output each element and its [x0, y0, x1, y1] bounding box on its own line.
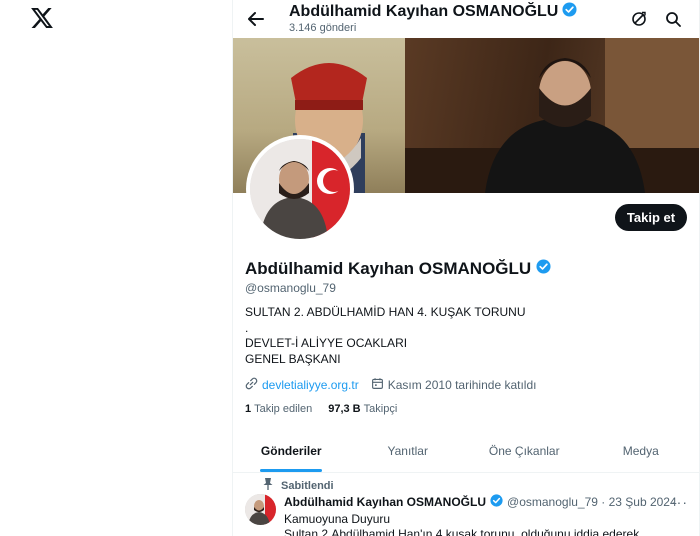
followers-label: Takipçi [363, 403, 398, 415]
refresh-icon[interactable] [627, 7, 651, 31]
profile-column: Abdülhamid Kayıhan OSMANOĞLU 3.146 gönde… [232, 0, 700, 536]
tab-posts[interactable]: Gönderiler [233, 430, 350, 472]
tab-replies[interactable]: Yanıtlar [350, 430, 467, 472]
verified-badge-icon [562, 2, 577, 22]
bio-line: . [245, 320, 249, 335]
pinned-indicator: Sabitlendi [263, 478, 334, 493]
left-nav-rail [0, 0, 232, 536]
more-options-icon[interactable]: ··· [671, 494, 688, 510]
following-count: 1 [245, 403, 252, 415]
follow-counts: 1 Takip edilen 97,3 B Takipçi [245, 403, 397, 415]
profile-tabs: Gönderiler Yanıtlar Öne Çıkanlar Medya [233, 430, 699, 473]
bio-line: SULTAN 2. ABDÜLHAMİD HAN 4. KUŞAK TORUNU [245, 305, 526, 319]
header-profile-name: Abdülhamid Kayıhan OSMANOĞLU [289, 2, 577, 22]
website-link[interactable]: devletialiyye.org.tr [262, 378, 359, 392]
tweet-author[interactable]: Abdülhamid Kayıhan OSMANOĞLU [284, 495, 486, 509]
tab-media-label: Medya [622, 444, 659, 458]
tweet-avatar[interactable] [245, 494, 276, 525]
following-label: Takip edilen [254, 403, 313, 415]
website-item: devletialiyye.org.tr [245, 377, 359, 393]
followers-count: 97,3 B [328, 403, 361, 415]
tab-posts-label: Gönderiler [260, 444, 322, 458]
tweet-header: Abdülhamid Kayıhan OSMANOĞLU @osmanoglu_… [284, 494, 677, 510]
active-tab-indicator [260, 469, 323, 472]
follow-button[interactable]: Takip et [615, 204, 687, 231]
pinned-label: Sabitlendi [281, 479, 334, 492]
post-count: 3.146 gönderi [289, 22, 357, 34]
tab-media[interactable]: Medya [583, 430, 700, 472]
tab-highlights[interactable]: Öne Çıkanlar [466, 430, 583, 472]
calendar-icon [371, 377, 384, 393]
joined-item: Kasım 2010 tarihinde katıldı [371, 377, 537, 393]
following-link[interactable]: 1 Takip edilen [245, 403, 312, 415]
profile-meta: devletialiyye.org.tr Kasım 2010 tarihind… [245, 377, 548, 393]
x-logo-icon[interactable] [31, 8, 55, 30]
search-icon[interactable] [661, 7, 685, 31]
header-name-text: Abdülhamid Kayıhan OSMANOĞLU [289, 3, 559, 20]
tab-replies-label: Yanıtlar [387, 444, 428, 458]
profile-name: Abdülhamid Kayıhan OSMANOĞLU [245, 259, 551, 279]
bio-line: DEVLET-İ ALİYYE OCAKLARI [245, 336, 408, 350]
profile-handle: @osmanoglu_79 [245, 281, 336, 295]
verified-badge-icon[interactable] [536, 259, 551, 279]
profile-avatar[interactable] [246, 135, 354, 243]
avatar-photo [250, 139, 350, 239]
bio-line: GENEL BAŞKANI [245, 351, 341, 366]
profile-bio: SULTAN 2. ABDÜLHAMİD HAN 4. KUŞAK TORUNU… [245, 305, 526, 367]
link-icon [245, 377, 258, 393]
tweet-text-line: Sultan 2.Abdülhamid Han'ın 4.kuşak torun… [284, 527, 640, 536]
arrow-left-icon[interactable] [243, 6, 269, 32]
tweet-text-line: Kamuoyuna Duyuru [284, 512, 391, 526]
tab-highlights-label: Öne Çıkanlar [488, 444, 560, 458]
profile-header-bar: Abdülhamid Kayıhan OSMANOĞLU 3.146 gönde… [233, 0, 699, 38]
banner-photo [405, 38, 699, 193]
pin-icon [263, 478, 273, 493]
tweet-handle-date[interactable]: @osmanoglu_79 · 23 Şub 2024 [507, 495, 677, 509]
followers-link[interactable]: 97,3 B Takipçi [328, 403, 397, 415]
joined-date: Kasım 2010 tarihinde katıldı [387, 378, 537, 392]
verified-badge-icon [490, 494, 503, 510]
profile-name-text: Abdülhamid Kayıhan OSMANOĞLU [245, 259, 532, 278]
